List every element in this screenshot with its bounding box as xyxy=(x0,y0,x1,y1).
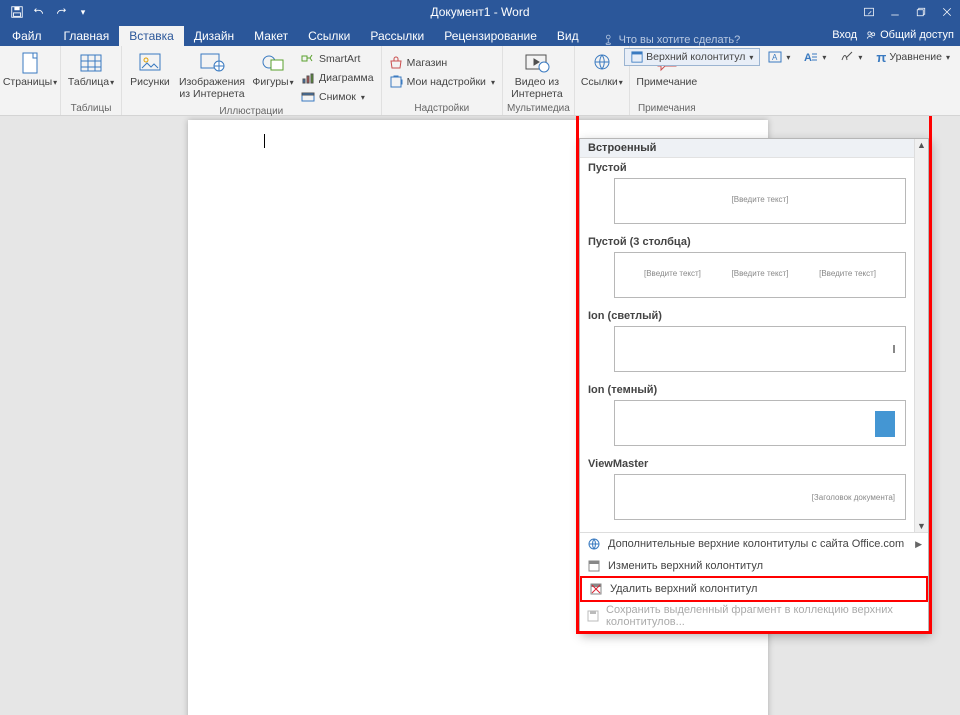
edit-header-icon xyxy=(586,558,602,574)
group-illustrations: Рисунки Изображенияиз Интернета Фигуры▾ … xyxy=(122,46,382,115)
gallery-scroll[interactable]: Встроенный Пустой [Введите текст] Пустой… xyxy=(580,139,914,532)
gallery-item-ion-light[interactable]: Ion (светлый) xyxy=(580,306,914,380)
smartart-button[interactable]: SmartArt xyxy=(298,50,377,68)
tab-layout[interactable]: Макет xyxy=(244,26,298,46)
redo-icon[interactable] xyxy=(50,2,72,22)
document-area: Встроенный Пустой [Введите текст] Пустой… xyxy=(0,116,960,715)
gallery-item-blank[interactable]: Пустой [Введите текст] xyxy=(580,158,914,232)
restore-icon[interactable] xyxy=(908,0,934,24)
gallery-footer: Дополнительные верхние колонтитулы с сай… xyxy=(580,532,928,631)
share-button[interactable]: Общий доступ xyxy=(865,29,954,41)
gallery-item-ion-dark[interactable]: Ion (темный) xyxy=(580,380,914,454)
shapes-button[interactable]: Фигуры▾ xyxy=(250,48,296,99)
header-dropdown-button[interactable]: Верхний колонтитул▾ xyxy=(624,48,760,66)
header-gallery: Встроенный Пустой [Введите текст] Пустой… xyxy=(579,138,929,632)
preview-ion-light xyxy=(614,326,906,372)
save-icon[interactable] xyxy=(6,2,28,22)
tell-me-placeholder: Что вы хотите сделать? xyxy=(619,34,741,46)
links-button[interactable]: Ссылки▾ xyxy=(579,48,625,99)
app-window: ▾ Документ1 - Word Файл Главная Вставка … xyxy=(0,0,960,715)
preview-viewmaster: [Заголовок документа] xyxy=(614,474,906,520)
dropcap-button[interactable]: A ▾ xyxy=(798,48,832,66)
screenshot-button[interactable]: Снимок▾ xyxy=(298,88,377,106)
text-cursor xyxy=(264,134,265,148)
remove-header-icon xyxy=(588,581,604,597)
scroll-up-icon[interactable]: ▲ xyxy=(916,139,928,151)
ribbon-right-controls: Верхний колонтитул▾ A ▾ A ▾ ▾ π Уравнени… xyxy=(624,48,956,66)
tab-mailings[interactable]: Рассылки xyxy=(360,26,434,46)
undo-icon[interactable] xyxy=(28,2,50,22)
quick-access-toolbar: ▾ xyxy=(0,2,94,22)
share-label: Общий доступ xyxy=(880,29,954,41)
document-title: Документ1 - Word xyxy=(0,5,960,19)
tab-home[interactable]: Главная xyxy=(54,26,120,46)
store-button[interactable]: Магазин xyxy=(386,54,498,72)
ribbon-options-icon[interactable] xyxy=(856,0,882,24)
title-bar: ▾ Документ1 - Word xyxy=(0,0,960,24)
cmd-save-selection: Сохранить выделенный фрагмент в коллекци… xyxy=(580,601,928,631)
preview-blank: [Введите текст] xyxy=(614,178,906,224)
svg-text:A: A xyxy=(772,53,778,62)
online-video-button[interactable]: Видео изИнтернета xyxy=(507,48,567,100)
scroll-down-icon[interactable]: ▼ xyxy=(916,520,928,532)
gallery-item-viewmaster[interactable]: ViewMaster [Заголовок документа] xyxy=(580,454,914,528)
preview-blank3: [Введите текст] [Введите текст] [Введите… xyxy=(614,252,906,298)
tab-references[interactable]: Ссылки xyxy=(298,26,360,46)
group-addins: Магазин Мои надстройки ▾ Надстройки xyxy=(382,46,503,115)
signature-button[interactable]: ▾ xyxy=(834,48,868,66)
pictures-button[interactable]: Рисунки xyxy=(126,48,174,99)
window-controls xyxy=(856,0,960,24)
gallery-item-blank-3col[interactable]: Пустой (3 столбца) [Введите текст] [Введ… xyxy=(580,232,914,306)
table-button[interactable]: Таблица▾ xyxy=(65,48,117,99)
tab-review[interactable]: Рецензирование xyxy=(434,26,547,46)
titlebar-right: Вход Общий доступ xyxy=(832,24,954,46)
tell-me[interactable]: Что вы хотите сделать? xyxy=(603,34,741,46)
minimize-icon[interactable] xyxy=(882,0,908,24)
cmd-edit-header[interactable]: Изменить верхний колонтитул xyxy=(580,555,928,577)
ribbon-tabs: Файл Главная Вставка Дизайн Макет Ссылки… xyxy=(0,24,960,46)
tab-view[interactable]: Вид xyxy=(547,26,589,46)
qat-customize-icon[interactable]: ▾ xyxy=(72,2,94,22)
equation-button[interactable]: π Уравнение ▾ xyxy=(870,48,956,66)
svg-text:A: A xyxy=(804,52,812,64)
chevron-right-icon: ▶ xyxy=(915,539,922,550)
cmd-more-office[interactable]: Дополнительные верхние колонтитулы с сай… xyxy=(580,533,928,555)
group-media: Видео изИнтернета Мультимедиа xyxy=(503,46,575,115)
tab-design[interactable]: Дизайн xyxy=(184,26,244,46)
cmd-remove-header[interactable]: Удалить верхний колонтитул xyxy=(580,576,928,602)
group-links: Ссылки▾ xyxy=(575,46,630,115)
chart-button[interactable]: Диаграмма xyxy=(298,69,377,87)
office-icon xyxy=(586,536,602,552)
my-addins-button[interactable]: Мои надстройки ▾ xyxy=(386,73,498,91)
group-pages: Страницы▾ xyxy=(0,46,61,115)
signin-link[interactable]: Вход xyxy=(832,29,857,41)
group-tables: Таблица▾ Таблицы xyxy=(61,46,122,115)
gallery-scrollbar[interactable]: ▲ ▼ xyxy=(914,139,928,532)
textbox-button[interactable]: A ▾ xyxy=(762,48,796,66)
gallery-section-builtin: Встроенный xyxy=(580,139,914,158)
save-selection-icon xyxy=(586,608,600,624)
online-pictures-button[interactable]: Изображенияиз Интернета xyxy=(176,48,248,100)
preview-ion-dark xyxy=(614,400,906,446)
pages-button[interactable]: Страницы▾ xyxy=(4,48,56,99)
close-icon[interactable] xyxy=(934,0,960,24)
tab-file[interactable]: Файл xyxy=(0,26,54,46)
ribbon: Страницы▾ Таблица▾ Таблицы Рисунки xyxy=(0,46,960,116)
tab-insert[interactable]: Вставка xyxy=(119,26,184,46)
